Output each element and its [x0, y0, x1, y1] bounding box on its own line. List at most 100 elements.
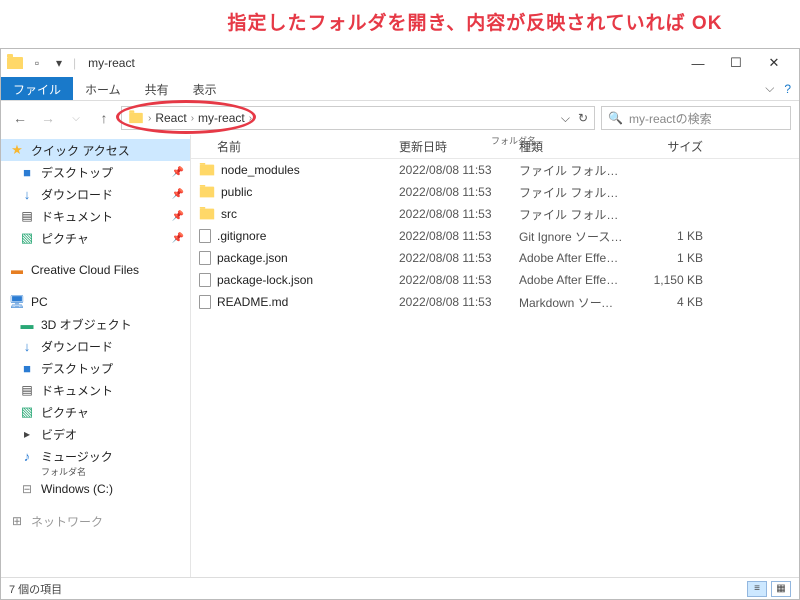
sidebar-item-label: Creative Cloud Files	[31, 263, 139, 277]
file-icon	[199, 295, 211, 309]
file-pane: フォルダ名 名前 更新日時 種類 サイズ node_modules2022/08…	[191, 135, 799, 577]
view-details-button[interactable]: ≡	[747, 581, 767, 597]
file-row[interactable]: src 2022/08/08 11:53ファイル フォルダー	[191, 203, 799, 225]
file-name: README.md	[217, 295, 288, 309]
statusbar: 7 個の項目 ≡ ▦	[1, 577, 799, 599]
file-row[interactable]: .gitignore2022/08/08 11:53Git Ignore ソース…	[191, 225, 799, 247]
tab-share[interactable]: 共有	[133, 77, 181, 100]
sidebar-item-label: 3D オブジェクト	[41, 316, 132, 333]
search-input[interactable]: 🔍 my-reactの検索	[601, 106, 791, 130]
sidebar-network[interactable]: ⊞ ネットワーク	[1, 510, 190, 532]
folder-icon: ▤	[19, 383, 35, 397]
tab-file[interactable]: ファイル	[1, 77, 73, 100]
folder-icon: ▧	[19, 405, 35, 419]
crumb-react[interactable]: React	[155, 111, 186, 125]
drive-icon: ⊟	[19, 482, 35, 496]
file-date: 2022/08/08 11:53	[391, 273, 511, 287]
ribbon-expand-icon[interactable]: ⌵	[765, 81, 774, 96]
file-size: 1 KB	[631, 229, 711, 243]
file-row[interactable]: package-lock.json2022/08/08 11:53Adobe A…	[191, 269, 799, 291]
chevron-right-icon[interactable]: ›	[148, 113, 151, 124]
file-name: .gitignore	[217, 229, 266, 243]
pin-icon: 📌	[172, 233, 184, 244]
folder-icon: ↓	[19, 187, 35, 201]
tab-home[interactable]: ホーム	[73, 77, 133, 100]
sidebar-folder-label: フォルダ名	[1, 465, 190, 478]
file-size: 1 KB	[631, 251, 711, 265]
address-dropdown-icon[interactable]: ⌵	[561, 111, 570, 126]
group-label: フォルダ名	[491, 135, 536, 147]
sidebar-item-label: Windows (C:)	[41, 482, 113, 496]
sidebar-item-label: PC	[31, 295, 48, 309]
sidebar-ccf[interactable]: ▬ Creative Cloud Files	[1, 259, 190, 281]
doc-icon[interactable]: ▫	[29, 56, 45, 70]
file-row[interactable]: public2022/08/08 11:53ファイル フォルダー	[191, 181, 799, 203]
star-icon: ★	[9, 143, 25, 157]
sidebar-drive-c[interactable]: ⊟ Windows (C:)	[1, 478, 190, 500]
breadcrumb[interactable]: › React › my-react › ⌵ ↻	[121, 106, 595, 130]
column-name[interactable]: 名前	[191, 138, 391, 155]
search-icon: 🔍	[608, 111, 623, 125]
cloud-icon: ▬	[9, 263, 25, 277]
sidebar-item[interactable]: ▬ 3D オブジェクト	[1, 313, 190, 335]
chevron-right-icon[interactable]: ›	[249, 113, 252, 124]
sidebar-item[interactable]: ▤ドキュメント	[1, 379, 190, 401]
file-date: 2022/08/08 11:53	[391, 295, 511, 309]
sidebar-pc[interactable]: 🖥 PC	[1, 291, 190, 313]
sidebar-item[interactable]: ♪ミュージック	[1, 445, 190, 467]
folder-icon: ▸	[19, 427, 35, 441]
help-icon[interactable]: ?	[784, 82, 791, 96]
file-name: public	[221, 185, 252, 199]
sidebar-item[interactable]: ↓ダウンロード📌	[1, 183, 190, 205]
file-date: 2022/08/08 11:53	[391, 207, 511, 221]
recent-dropdown[interactable]: ⌵	[65, 107, 87, 129]
file-list: node_modules2022/08/08 11:53ファイル フォルダー pu…	[191, 159, 799, 577]
status-count: 7 個の項目	[9, 581, 62, 597]
chevron-right-icon[interactable]: ›	[191, 113, 194, 124]
folder-icon: ▤	[19, 209, 35, 223]
file-name: src	[221, 207, 237, 221]
file-size: 1,150 KB	[631, 273, 711, 287]
tab-view[interactable]: 表示	[181, 77, 229, 100]
pin-icon: 📌	[172, 167, 184, 178]
file-row[interactable]: package.json2022/08/08 11:53Adobe After …	[191, 247, 799, 269]
back-button[interactable]: ←	[9, 107, 31, 129]
sidebar-item-label: ミュージック	[41, 448, 113, 465]
sidebar-item[interactable]: ■デスクトップ	[1, 357, 190, 379]
forward-button[interactable]: →	[37, 107, 59, 129]
annotation-text: 指定したフォルダを開き、内容が反映されていれば OK	[170, 8, 780, 35]
file-type: Adobe After Effect...	[511, 273, 631, 287]
sidebar-quick-access[interactable]: ★ クイック アクセス	[1, 139, 190, 161]
file-name: package.json	[217, 251, 288, 265]
close-button[interactable]: ✕	[755, 51, 793, 75]
minimize-button[interactable]: —	[679, 51, 717, 75]
file-type: Git Ignore ソース フ...	[511, 228, 631, 245]
refresh-icon[interactable]: ↻	[578, 111, 588, 125]
sidebar-item[interactable]: ▤ドキュメント📌	[1, 205, 190, 227]
titlebar: ▫ ▾ | my-react — ☐ ✕	[1, 49, 799, 77]
file-row[interactable]: node_modules2022/08/08 11:53ファイル フォルダー	[191, 159, 799, 181]
sidebar-item[interactable]: ■デスクトップ📌	[1, 161, 190, 183]
pc-icon: 🖥	[9, 295, 25, 309]
folder-icon: ↓	[19, 339, 35, 353]
file-type: ファイル フォルダー	[511, 206, 631, 223]
ribbon-tabs: ファイル ホーム 共有 表示 ⌵ ?	[1, 77, 799, 101]
file-date: 2022/08/08 11:53	[391, 185, 511, 199]
folder-icon	[200, 209, 214, 220]
sidebar-item-label: ビデオ	[41, 426, 77, 443]
up-button[interactable]: ↑	[93, 107, 115, 129]
sidebar-item[interactable]: ▧ピクチャ📌	[1, 227, 190, 249]
crumb-myreact[interactable]: my-react	[198, 111, 245, 125]
maximize-button[interactable]: ☐	[717, 51, 755, 75]
sidebar-item-label: ダウンロード	[41, 186, 113, 203]
sidebar-item[interactable]: ▸ ビデオ	[1, 423, 190, 445]
folder-icon: ▬	[19, 317, 35, 331]
sidebar-item[interactable]: ▧ピクチャ	[1, 401, 190, 423]
file-row[interactable]: README.md2022/08/08 11:53Markdown ソース フ.…	[191, 291, 799, 313]
file-type: ファイル フォルダー	[511, 162, 631, 179]
folder-icon	[129, 113, 143, 123]
view-icons-button[interactable]: ▦	[771, 581, 791, 597]
sidebar-item[interactable]: ↓ダウンロード	[1, 335, 190, 357]
column-size[interactable]: サイズ	[631, 138, 711, 155]
qat-dropdown-icon[interactable]: ▾	[51, 56, 67, 70]
